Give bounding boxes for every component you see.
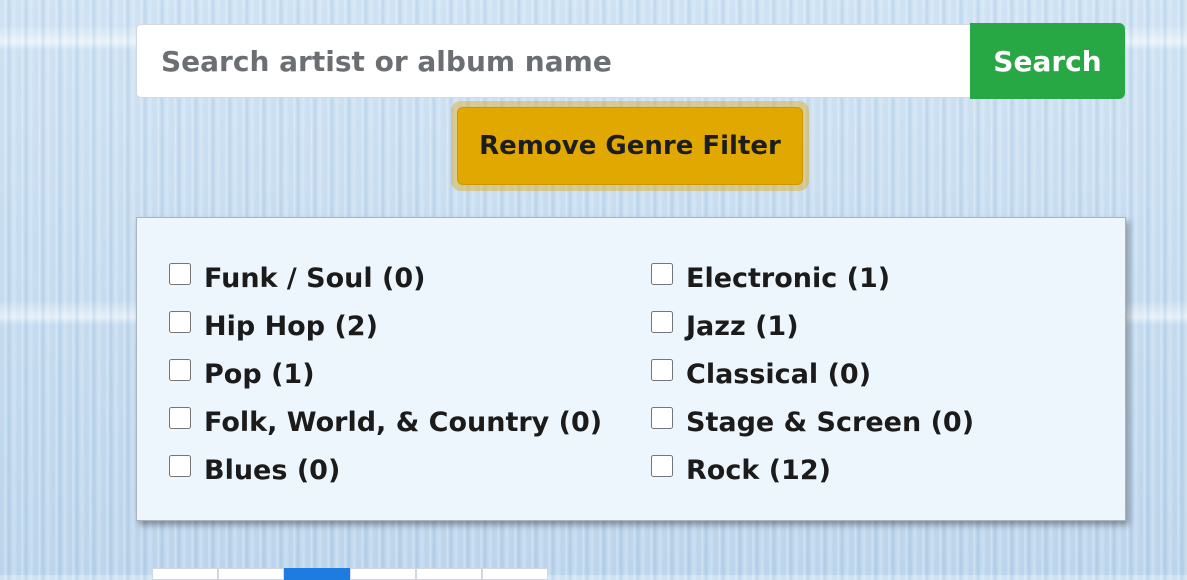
genre-label: Blues (0) xyxy=(204,454,341,486)
genre-checkbox[interactable] xyxy=(651,311,673,333)
pagination-item[interactable] xyxy=(350,568,416,580)
genre-option-blues[interactable]: Blues (0) xyxy=(169,446,602,494)
genre-column-left: Funk / Soul (0) Hip Hop (2) Pop (1) Folk… xyxy=(169,254,602,494)
search-bar: Search xyxy=(136,23,1125,100)
remove-filter-focus-ring: Remove Genre Filter xyxy=(451,101,809,191)
genre-option-pop[interactable]: Pop (1) xyxy=(169,350,602,398)
genre-checkbox[interactable] xyxy=(169,263,191,285)
genre-label: Pop (1) xyxy=(204,358,315,390)
genre-label: Hip Hop (2) xyxy=(204,310,378,342)
pagination xyxy=(152,568,548,580)
genre-checkbox[interactable] xyxy=(651,407,673,429)
genre-label: Stage & Screen (0) xyxy=(686,406,975,438)
genre-filter-panel: Funk / Soul (0) Hip Hop (2) Pop (1) Folk… xyxy=(136,217,1126,521)
genre-option-rock[interactable]: Rock (12) xyxy=(651,446,974,494)
genre-label: Funk / Soul (0) xyxy=(204,262,426,294)
pagination-item[interactable] xyxy=(416,568,482,580)
genre-label: Jazz (1) xyxy=(686,310,799,342)
genre-option-stage-screen[interactable]: Stage & Screen (0) xyxy=(651,398,974,446)
genre-option-hip-hop[interactable]: Hip Hop (2) xyxy=(169,302,602,350)
genre-option-funk-soul[interactable]: Funk / Soul (0) xyxy=(169,254,602,302)
genre-label: Folk, World, & Country (0) xyxy=(204,406,603,438)
genre-label: Classical (0) xyxy=(686,358,872,390)
genre-checkbox[interactable] xyxy=(169,407,191,429)
pagination-item[interactable] xyxy=(482,568,548,580)
genre-column-right: Electronic (1) Jazz (1) Classical (0) St… xyxy=(651,254,974,494)
genre-label: Electronic (1) xyxy=(686,262,891,294)
genre-checkbox[interactable] xyxy=(169,311,191,333)
search-button[interactable]: Search xyxy=(970,23,1125,99)
pagination-item-active[interactable] xyxy=(284,568,350,580)
genre-checkbox[interactable] xyxy=(169,455,191,477)
genre-checkbox[interactable] xyxy=(651,263,673,285)
remove-genre-filter-button[interactable]: Remove Genre Filter xyxy=(457,107,803,185)
search-input[interactable] xyxy=(136,24,970,98)
genre-checkbox[interactable] xyxy=(169,359,191,381)
genre-label: Rock (12) xyxy=(686,454,831,486)
genre-option-jazz[interactable]: Jazz (1) xyxy=(651,302,974,350)
genre-option-classical[interactable]: Classical (0) xyxy=(651,350,974,398)
genre-checkbox[interactable] xyxy=(651,455,673,477)
genre-option-folk-world-country[interactable]: Folk, World, & Country (0) xyxy=(169,398,602,446)
genre-option-electronic[interactable]: Electronic (1) xyxy=(651,254,974,302)
genre-checkbox[interactable] xyxy=(651,359,673,381)
pagination-item[interactable] xyxy=(152,568,218,580)
pagination-item[interactable] xyxy=(218,568,284,580)
